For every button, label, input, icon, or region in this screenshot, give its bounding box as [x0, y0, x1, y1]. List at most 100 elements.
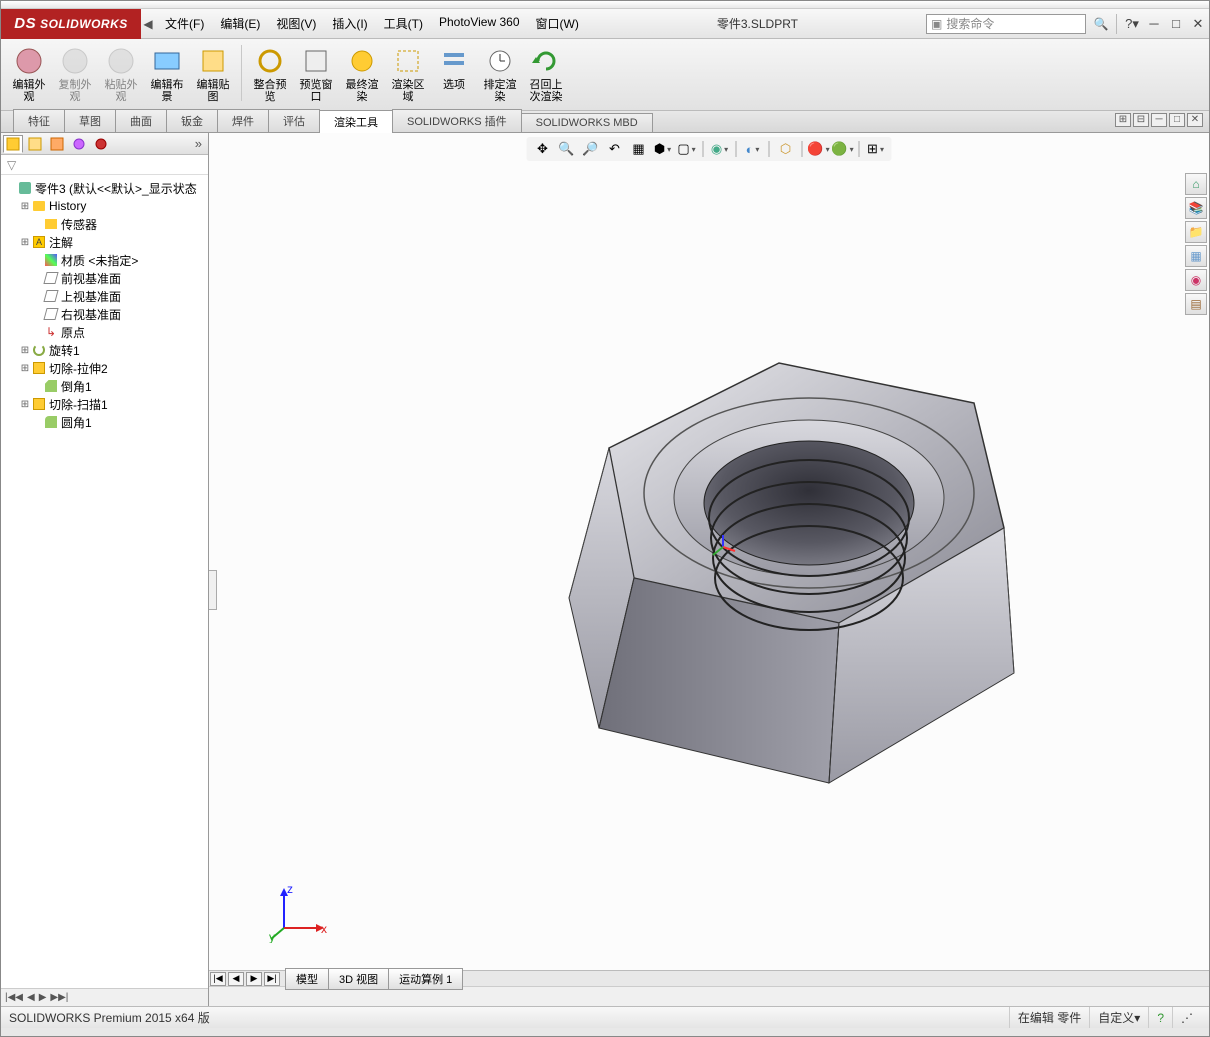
edit-appear-icon[interactable]: ◐: [743, 139, 763, 159]
view-orient-icon[interactable]: ⬢: [653, 139, 673, 159]
nav-next-icon[interactable]: ▶: [39, 992, 47, 1003]
doc-maximize-button[interactable]: □: [1169, 113, 1185, 127]
panel-expand-icon[interactable]: »: [191, 136, 206, 151]
ribbon-integrated-preview[interactable]: 整合预览: [248, 43, 292, 103]
sw-resources-icon[interactable]: ⌂: [1185, 173, 1207, 195]
appearance-icon[interactable]: 🔴: [809, 139, 829, 159]
tab-display-icon[interactable]: [91, 135, 111, 153]
status-help-icon[interactable]: ?: [1148, 1007, 1172, 1028]
tab-dimxpert-icon[interactable]: [69, 135, 89, 153]
menu-edit[interactable]: 编辑(E): [214, 13, 266, 34]
tree-item[interactable]: ⊞切除-拉伸2: [1, 359, 208, 377]
ribbon-final-render[interactable]: 最终渲染: [340, 43, 384, 103]
ribbon-schedule-render[interactable]: 排定渲染: [478, 43, 522, 103]
twist-icon[interactable]: ⊞: [19, 201, 31, 212]
nav-first-icon[interactable]: |◀◀: [5, 992, 23, 1003]
tree-item[interactable]: ⊞切除-扫描1: [1, 395, 208, 413]
tree-item[interactable]: 材质 <未指定>: [1, 251, 208, 269]
status-custom[interactable]: 自定义 ▾: [1089, 1007, 1148, 1028]
ribbon-recall-render[interactable]: 召回上次渲染: [524, 43, 568, 103]
minimize-button[interactable]: ─: [1145, 16, 1163, 32]
orient-icon[interactable]: ✥: [533, 139, 553, 159]
zoom-fit-icon[interactable]: 🔍: [557, 139, 577, 159]
ribbon-options[interactable]: 选项: [432, 43, 476, 103]
tree-item[interactable]: ⊞A注解: [1, 233, 208, 251]
tree-item[interactable]: 右视基准面: [1, 305, 208, 323]
menu-view[interactable]: 视图(V): [270, 13, 322, 34]
scroll-last-icon[interactable]: ▶|: [264, 972, 280, 986]
tab-surfaces[interactable]: 曲面: [115, 109, 167, 132]
doc-minimize-button[interactable]: ─: [1151, 113, 1167, 127]
search-box[interactable]: ▣ 搜索命令: [926, 14, 1086, 34]
prev-view-icon[interactable]: ↶: [605, 139, 625, 159]
section-icon[interactable]: ▦: [629, 139, 649, 159]
design-lib-icon[interactable]: 📚: [1185, 197, 1207, 219]
tree-item[interactable]: 前视基准面: [1, 269, 208, 287]
tree-item[interactable]: ⊞History: [1, 197, 208, 215]
tab-config-icon[interactable]: [47, 135, 67, 153]
ribbon-copy-appearance[interactable]: 复制外观: [53, 43, 97, 103]
scroll-next-icon[interactable]: ▶: [246, 972, 262, 986]
tab-sketch[interactable]: 草图: [64, 109, 116, 132]
file-explorer-icon[interactable]: 📁: [1185, 221, 1207, 243]
menu-photoview[interactable]: PhotoView 360: [433, 13, 526, 34]
tab-weldments[interactable]: 焊件: [217, 109, 269, 132]
tab-evaluate[interactable]: 评估: [268, 109, 320, 132]
btab-3dview[interactable]: 3D 视图: [328, 968, 389, 990]
view-settings-icon[interactable]: ⊞: [866, 139, 886, 159]
maximize-button[interactable]: □: [1167, 16, 1185, 32]
tab-feature-tree-icon[interactable]: [3, 135, 23, 153]
tree-item[interactable]: 倒角1: [1, 377, 208, 395]
menu-tools[interactable]: 工具(T): [378, 13, 429, 34]
menu-file[interactable]: 文件(F): [159, 13, 210, 34]
scroll-prev-icon[interactable]: ◀: [228, 972, 244, 986]
nav-prev-icon[interactable]: ◀: [27, 992, 35, 1003]
twist-icon[interactable]: ⊞: [19, 399, 31, 410]
nav-last-icon[interactable]: ▶▶|: [50, 992, 68, 1003]
ribbon-paste-appearance[interactable]: 粘贴外观: [99, 43, 143, 103]
tab-render-tools[interactable]: 渲染工具: [319, 110, 393, 133]
doc-tile1-icon[interactable]: ⊞: [1115, 113, 1131, 127]
ribbon-edit-appearance[interactable]: 编辑外观: [7, 43, 51, 103]
zoom-area-icon[interactable]: 🔎: [581, 139, 601, 159]
hide-show-icon[interactable]: ◉: [710, 139, 730, 159]
apply-scene-icon[interactable]: ⬡: [776, 139, 796, 159]
menu-window[interactable]: 窗口(W): [530, 13, 585, 34]
filter-row[interactable]: ▽: [1, 155, 208, 175]
menu-insert[interactable]: 插入(I): [326, 13, 373, 34]
scroll-first-icon[interactable]: |◀: [210, 972, 226, 986]
twist-icon[interactable]: ⊞: [19, 363, 31, 374]
tree-item[interactable]: 上视基准面: [1, 287, 208, 305]
doc-close-button[interactable]: ✕: [1187, 113, 1203, 127]
btab-model[interactable]: 模型: [285, 968, 329, 990]
btab-motion[interactable]: 运动算例 1: [388, 968, 463, 990]
twist-icon[interactable]: ⊞: [19, 345, 31, 356]
menu-prev-icon[interactable]: ◀: [141, 17, 155, 31]
help-icon[interactable]: ?▾: [1123, 16, 1141, 32]
twist-icon[interactable]: ⊞: [19, 237, 31, 248]
ribbon-render-region[interactable]: 渲染区域: [386, 43, 430, 103]
close-button[interactable]: ✕: [1189, 16, 1207, 32]
tree-root[interactable]: 零件3 (默认<<默认>_显示状态: [1, 179, 208, 197]
tab-sw-addins[interactable]: SOLIDWORKS 插件: [392, 109, 522, 132]
tree-item[interactable]: ⊞旋转1: [1, 341, 208, 359]
status-grip-icon[interactable]: ⋰: [1172, 1007, 1201, 1028]
tab-features[interactable]: 特征: [13, 109, 65, 132]
ribbon-edit-scene[interactable]: 编辑布景: [145, 43, 189, 103]
display-style-icon[interactable]: ▢: [677, 139, 697, 159]
ribbon-edit-decal[interactable]: 编辑贴图: [191, 43, 235, 103]
search-icon[interactable]: 🔍: [1090, 17, 1112, 31]
graphics-viewport[interactable]: ✥ 🔍 🔎 ↶ ▦ ⬢ ▢ ◉ ◐ ⬡ 🔴 🟢 ⊞ ⌂ 📚 📁 ▦ ◉ ▤: [209, 133, 1209, 1006]
tree-item[interactable]: ↳原点: [1, 323, 208, 341]
tab-property-icon[interactable]: [25, 135, 45, 153]
panel-grip[interactable]: [209, 570, 217, 610]
tree-item[interactable]: 传感器: [1, 215, 208, 233]
tab-sheetmetal[interactable]: 钣金: [166, 109, 218, 132]
tree-item[interactable]: 圆角1: [1, 413, 208, 431]
custom-props-icon[interactable]: ▤: [1185, 293, 1207, 315]
view-palette-icon[interactable]: ▦: [1185, 245, 1207, 267]
tab-sw-mbd[interactable]: SOLIDWORKS MBD: [521, 113, 653, 132]
doc-tile2-icon[interactable]: ⊟: [1133, 113, 1149, 127]
render-icon[interactable]: 🟢: [833, 139, 853, 159]
ribbon-preview-window[interactable]: 预览窗口: [294, 43, 338, 103]
